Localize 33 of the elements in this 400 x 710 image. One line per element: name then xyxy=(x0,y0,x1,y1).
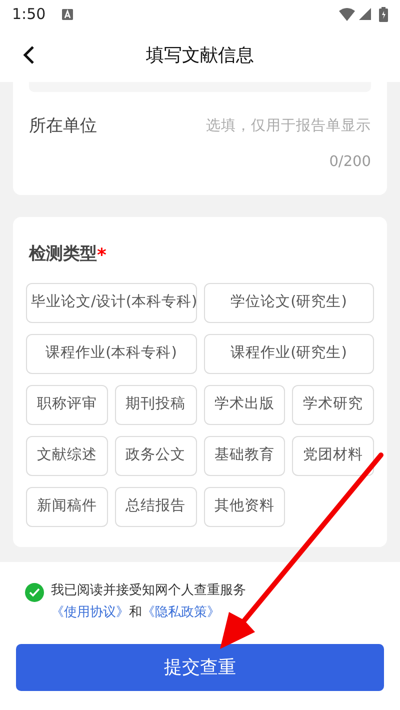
type-option[interactable]: 政务公文 xyxy=(114,436,196,476)
agree-checkbox[interactable] xyxy=(25,583,44,602)
type-option[interactable]: 文献综述 xyxy=(26,436,108,476)
signal-icon xyxy=(359,8,371,20)
agreement-text: 我已阅读并接受知网个人查重服务 《使用协议》和《隐私政策》 xyxy=(51,582,247,622)
type-option[interactable]: 其他资料 xyxy=(204,487,286,528)
agreement-link[interactable]: 《隐私政策》 xyxy=(142,605,220,620)
type-option[interactable]: 期刊投稿 xyxy=(114,385,196,426)
required-mark: * xyxy=(97,244,106,268)
unit-input-field[interactable]: 选填，仅用于报告单显示 xyxy=(105,116,371,138)
type-option[interactable]: 基础教育 xyxy=(204,436,286,476)
battery-icon xyxy=(379,6,388,22)
status-time: 1:50 xyxy=(12,4,46,25)
type-option[interactable]: 总结报告 xyxy=(114,487,196,528)
character-counter: 0/200 xyxy=(329,152,371,172)
type-option[interactable]: 职称评审 xyxy=(26,385,108,426)
wifi-icon xyxy=(339,8,355,20)
type-option[interactable]: 毕业论文/设计(本科专科) xyxy=(26,283,196,324)
agreement-link[interactable]: 《使用协议》 xyxy=(51,605,129,620)
type-option[interactable]: 学位论文(研究生) xyxy=(204,283,374,324)
check-icon xyxy=(29,588,40,597)
submit-button[interactable]: 提交查重 xyxy=(16,644,384,691)
section-title: 检测类型 xyxy=(29,243,97,266)
type-option[interactable]: 新闻稿件 xyxy=(26,487,108,528)
back-icon[interactable] xyxy=(22,45,36,65)
type-option[interactable]: 学术出版 xyxy=(204,385,286,426)
type-option[interactable]: 学术研究 xyxy=(292,385,374,426)
type-option[interactable]: 课程作业(本科专科) xyxy=(26,334,196,374)
type-option[interactable]: 课程作业(研究生) xyxy=(204,334,374,374)
type-option[interactable]: 党团材料 xyxy=(292,436,374,476)
field-label: 所在单位 xyxy=(29,115,97,138)
notification-icon xyxy=(62,8,73,20)
page-title: 填写文献信息 xyxy=(146,44,254,68)
